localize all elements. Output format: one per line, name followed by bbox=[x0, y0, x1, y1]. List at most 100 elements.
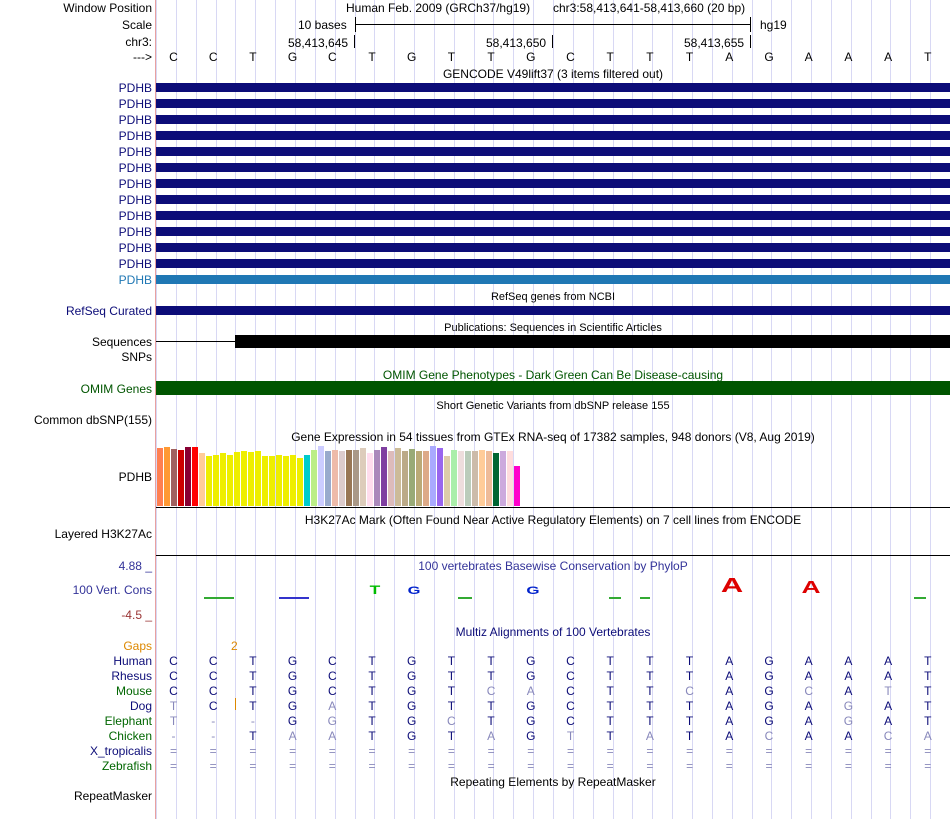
scale-label[interactable]: Scale bbox=[122, 18, 152, 32]
gencode-transcript-label[interactable]: PDHB bbox=[119, 177, 152, 191]
gtex-tissue-bar[interactable] bbox=[472, 451, 478, 506]
gtex-tissue-bar[interactable] bbox=[178, 450, 184, 506]
gtex-tissue-bar[interactable] bbox=[171, 449, 177, 506]
gtex-tissue-bar[interactable] bbox=[192, 447, 198, 506]
gencode-transcript-label[interactable]: PDHB bbox=[119, 145, 152, 159]
gtex-tissue-bar[interactable] bbox=[360, 448, 366, 506]
gtex-tissue-bar[interactable] bbox=[199, 453, 205, 506]
gtex-tissue-bar[interactable] bbox=[332, 450, 338, 506]
gtex-tissue-bar[interactable] bbox=[437, 448, 443, 506]
gencode-transcript-label[interactable]: PDHB bbox=[119, 225, 152, 239]
repeatmasker-track-title[interactable]: Repeating Elements by RepeatMasker bbox=[156, 775, 950, 789]
snps-label[interactable]: SNPs bbox=[121, 350, 152, 364]
gencode-transcript-label[interactable]: PDHB bbox=[119, 257, 152, 271]
multiz-species-label[interactable]: Mouse bbox=[116, 684, 152, 698]
h3k27ac-track-title[interactable]: H3K27Ac Mark (Often Found Near Active Re… bbox=[156, 513, 950, 527]
phylop-label[interactable]: 100 Vert. Cons bbox=[73, 583, 152, 597]
dbsnp-label[interactable]: Common dbSNP(155) bbox=[34, 413, 152, 427]
gtex-tissue-bar[interactable] bbox=[500, 451, 506, 506]
gencode-transcript-label[interactable]: PDHB bbox=[119, 161, 152, 175]
gencode-transcript-label[interactable]: PDHB bbox=[119, 113, 152, 127]
publication-match-line[interactable] bbox=[156, 341, 236, 342]
gtex-tissue-bar[interactable] bbox=[227, 455, 233, 506]
gtex-tissue-bar[interactable] bbox=[395, 448, 401, 506]
gtex-tissue-bar[interactable] bbox=[479, 450, 485, 506]
gencode-transcript-bar[interactable] bbox=[156, 163, 950, 172]
chr-label[interactable]: chr3: bbox=[125, 35, 152, 49]
refseq-track-title[interactable]: RefSeq genes from NCBI bbox=[156, 290, 950, 304]
refseq-gene-bar[interactable] bbox=[156, 306, 950, 315]
gtex-track-title[interactable]: Gene Expression in 54 tissues from GTEx … bbox=[156, 430, 950, 444]
gtex-tissue-bar[interactable] bbox=[311, 450, 317, 506]
gencode-transcript-bar[interactable] bbox=[156, 179, 950, 188]
gtex-tissue-bar[interactable] bbox=[283, 456, 289, 506]
gtex-tissue-bar[interactable] bbox=[255, 451, 261, 506]
gtex-tissue-bar[interactable] bbox=[339, 451, 345, 506]
gtex-tissue-bar[interactable] bbox=[493, 453, 499, 506]
gencode-transcript-label[interactable]: PDHB bbox=[119, 81, 152, 95]
omim-gene-bar[interactable] bbox=[156, 381, 950, 395]
gtex-tissue-bar[interactable] bbox=[514, 466, 520, 506]
gencode-transcript-label[interactable]: PDHB bbox=[119, 193, 152, 207]
gencode-transcript-label[interactable]: PDHB bbox=[119, 273, 152, 287]
gtex-tissue-bar[interactable] bbox=[269, 456, 275, 506]
omim-track-title[interactable]: OMIM Gene Phenotypes - Dark Green Can Be… bbox=[156, 368, 950, 382]
gtex-tissue-bar[interactable] bbox=[325, 451, 331, 506]
gtex-tissue-bar[interactable] bbox=[388, 451, 394, 506]
gtex-label[interactable]: PDHB bbox=[119, 470, 152, 484]
gencode-transcript-bar[interactable] bbox=[156, 243, 950, 252]
gtex-tissue-bar[interactable] bbox=[248, 452, 254, 506]
gtex-tissue-bar[interactable] bbox=[353, 450, 359, 506]
gtex-tissue-bar[interactable] bbox=[416, 451, 422, 506]
gtex-tissue-bar[interactable] bbox=[451, 450, 457, 506]
repeatmasker-label[interactable]: RepeatMasker bbox=[74, 789, 152, 803]
gtex-tissue-bar[interactable] bbox=[444, 456, 450, 506]
gtex-tissue-bar[interactable] bbox=[423, 451, 429, 506]
gtex-tissue-bar[interactable] bbox=[241, 451, 247, 506]
gencode-track-title[interactable]: GENCODE V49lift37 (3 items filtered out) bbox=[156, 67, 950, 81]
gencode-transcript-bar[interactable] bbox=[156, 259, 950, 268]
multiz-species-label[interactable]: X_tropicalis bbox=[90, 744, 152, 758]
gtex-tissue-bar[interactable] bbox=[367, 453, 373, 506]
h3k27ac-label[interactable]: Layered H3K27Ac bbox=[55, 527, 152, 541]
window-position-label[interactable]: Window Position bbox=[63, 1, 152, 15]
gtex-tissue-bar[interactable] bbox=[185, 447, 191, 506]
gencode-transcript-label[interactable]: PDHB bbox=[119, 241, 152, 255]
gtex-tissue-bar[interactable] bbox=[304, 455, 310, 506]
multiz-species-label[interactable]: Zebrafish bbox=[102, 759, 152, 773]
gtex-tissue-bar[interactable] bbox=[507, 451, 513, 506]
gtex-tissue-bar[interactable] bbox=[276, 455, 282, 506]
gencode-transcript-bar[interactable] bbox=[156, 115, 950, 124]
publication-match-block[interactable] bbox=[235, 335, 950, 348]
gtex-tissue-bar[interactable] bbox=[220, 453, 226, 506]
gtex-tissue-bar[interactable] bbox=[213, 455, 219, 506]
gencode-transcript-label[interactable]: PDHB bbox=[119, 129, 152, 143]
gtex-tissue-bar[interactable] bbox=[157, 448, 163, 506]
gtex-tissue-bar[interactable] bbox=[465, 451, 471, 506]
multiz-track-title[interactable]: Multiz Alignments of 100 Vertebrates bbox=[156, 625, 950, 639]
multiz-species-label[interactable]: Dog bbox=[130, 699, 152, 713]
gtex-tissue-bar[interactable] bbox=[206, 456, 212, 506]
gencode-transcript-label[interactable]: PDHB bbox=[119, 209, 152, 223]
multiz-species-label[interactable]: Chicken bbox=[109, 729, 152, 743]
gencode-transcript-bar[interactable] bbox=[156, 211, 950, 220]
gtex-tissue-bar[interactable] bbox=[318, 446, 324, 506]
phylop-track-title[interactable]: 100 vertebrates Basewise Conservation by… bbox=[156, 559, 950, 573]
gtex-tissue-bar[interactable] bbox=[297, 458, 303, 506]
dbsnp-track-title[interactable]: Short Genetic Variants from dbSNP releas… bbox=[156, 399, 950, 413]
gencode-transcript-bar[interactable] bbox=[156, 131, 950, 140]
multiz-species-label[interactable]: Elephant bbox=[105, 714, 152, 728]
multiz-species-label[interactable]: Human bbox=[113, 654, 152, 668]
gtex-tissue-bar[interactable] bbox=[458, 451, 464, 506]
publications-track-title[interactable]: Publications: Sequences in Scientific Ar… bbox=[156, 321, 950, 335]
publications-label[interactable]: Sequences bbox=[92, 335, 152, 349]
gtex-tissue-bar[interactable] bbox=[290, 455, 296, 506]
gtex-tissue-bar[interactable] bbox=[234, 452, 240, 506]
gtex-tissue-bar[interactable] bbox=[430, 446, 436, 506]
gencode-transcript-bar[interactable] bbox=[156, 275, 950, 284]
multiz-species-label[interactable]: Rhesus bbox=[111, 669, 152, 683]
gtex-tissue-bar[interactable] bbox=[402, 451, 408, 506]
gencode-transcript-label[interactable]: PDHB bbox=[119, 97, 152, 111]
gtex-tissue-bar[interactable] bbox=[381, 447, 387, 506]
gtex-tissue-bar[interactable] bbox=[262, 456, 268, 506]
